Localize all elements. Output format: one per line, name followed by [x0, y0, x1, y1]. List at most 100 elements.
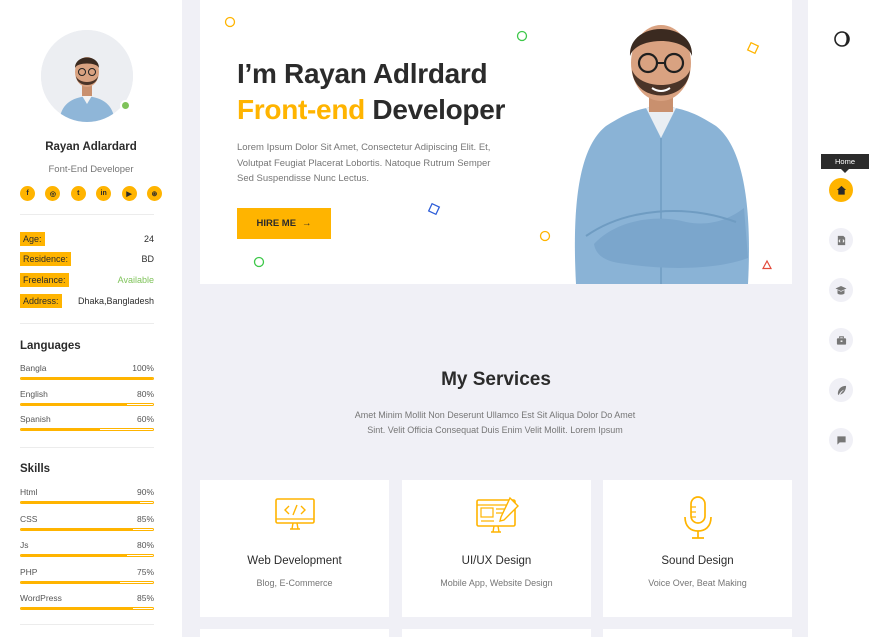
decor-circle-icon	[539, 230, 551, 242]
code-monitor-icon	[274, 498, 315, 530]
profile-role: Font-End Developer	[48, 164, 134, 175]
decor-circle-icon	[224, 16, 236, 28]
skill-progress-track	[20, 527, 154, 531]
education-icon	[835, 285, 847, 295]
skill-percent: 80%	[136, 540, 154, 550]
profile-sidebar: Rayan Adlardard Font-End Developer f ◎ t…	[0, 0, 182, 637]
skill-name: CSS	[20, 513, 38, 524]
languages-title: Languages	[20, 340, 81, 352]
skill-progress-track	[20, 554, 154, 557]
skill-percent: 85%	[136, 593, 154, 603]
skill-row: PHP 75%	[20, 567, 154, 584]
avatar-portrait	[41, 30, 133, 122]
facebook-icon[interactable]: f	[20, 186, 35, 201]
language-percent: 100%	[132, 363, 154, 373]
language-row: Spanish 60%	[20, 414, 154, 431]
nav-portfolio[interactable]	[829, 328, 853, 352]
linkedin-icon[interactable]: in	[96, 186, 112, 201]
avatar-wrapper	[41, 30, 133, 122]
language-name: Bangla	[20, 363, 47, 373]
nav-tooltip: Home	[821, 154, 869, 169]
theme-toggle-icon[interactable]	[833, 30, 851, 48]
divider	[20, 214, 154, 215]
language-percent: 80%	[136, 388, 154, 399]
hire-me-label: HIRE ME	[256, 218, 297, 229]
skills-title: Skills	[20, 463, 51, 475]
code-icon	[837, 235, 845, 245]
skill-head: PHP 75%	[20, 567, 154, 577]
twitter-icon[interactable]: t	[70, 186, 86, 201]
instagram-icon[interactable]: ◎	[45, 186, 61, 201]
skill-progress-fill	[21, 608, 134, 609]
hero-title: I’m Rayan Adlrdard	[237, 58, 488, 89]
skill-progress-track	[20, 607, 154, 610]
divider	[20, 447, 154, 448]
language-name: Spanish	[20, 414, 51, 424]
service-card-partial	[200, 629, 389, 637]
microphone-icon	[683, 496, 712, 539]
social-links: f ◎ t in ▶ ⊛	[20, 186, 162, 201]
skill-progress-fill	[21, 555, 127, 556]
skill-row: Js 80%	[20, 540, 154, 557]
services-description: Amet Minim Mollit Non Deserunt Ullamco E…	[354, 410, 636, 435]
nav-home[interactable]	[829, 178, 853, 202]
nav-blog[interactable]	[829, 378, 853, 402]
service-card-subtitle: Mobile App, Website Design	[440, 578, 553, 588]
service-card-title: Web Development	[247, 555, 342, 567]
hero-title-accent: Front-end	[237, 94, 365, 125]
arrow-right-icon: →	[302, 218, 312, 229]
service-card-sound-design[interactable]: Sound Design Voice Over, Beat Making	[603, 480, 792, 617]
skill-name: PHP	[20, 566, 38, 577]
skill-progress-fill	[21, 581, 120, 583]
services-title: My Services	[441, 369, 551, 390]
info-label: Address:	[20, 294, 62, 308]
service-card-ui-ux-design[interactable]: UI/UX Design Mobile App, Website Design	[402, 480, 591, 617]
language-row: Bangla 100%	[20, 363, 154, 380]
skill-name: Html	[20, 487, 38, 497]
service-card-web-development[interactable]: Web Development Blog, E-Commerce	[200, 480, 389, 617]
language-head: Bangla 100%	[20, 363, 154, 373]
skill-row: CSS 85%	[20, 514, 154, 531]
hero-portrait	[574, 25, 749, 284]
language-progress-fill	[21, 378, 153, 379]
service-card-subtitle: Voice Over, Beat Making	[648, 578, 747, 588]
service-card-title: UI/UX Design	[461, 555, 532, 567]
online-status-dot	[120, 100, 131, 111]
info-value: 24	[143, 234, 154, 244]
service-card-partial	[603, 629, 792, 637]
decor-triangle-icon	[762, 259, 772, 270]
divider	[20, 624, 154, 625]
decor-square-icon	[427, 202, 441, 216]
design-monitor-icon	[475, 496, 519, 533]
info-row-freelance: Freelance: Available	[20, 273, 154, 287]
decor-circle-icon	[516, 30, 528, 42]
language-progress-track	[20, 428, 154, 431]
skill-progress-track	[20, 580, 154, 584]
hero-description: Lorem Ipsum Dolor Sit Amet, Consectetur …	[237, 142, 491, 184]
info-value: BD	[141, 254, 154, 264]
info-row-address: Address: Dhaka,Bangladesh	[20, 294, 154, 308]
nav-resume[interactable]	[829, 278, 853, 302]
nav-services[interactable]	[829, 228, 853, 252]
hire-me-button[interactable]: HIRE ME →	[237, 208, 331, 239]
skill-name: WordPress	[20, 593, 62, 603]
chat-icon	[836, 435, 846, 445]
language-progress-track	[20, 377, 154, 380]
hero-subtitle: Front-end Developer	[237, 94, 505, 126]
skill-progress-fill	[21, 528, 134, 530]
avatar	[41, 30, 133, 122]
service-card-title: Sound Design	[661, 555, 734, 567]
nav-contact[interactable]	[829, 428, 853, 452]
home-icon	[836, 185, 846, 195]
info-row-residence: Residence: BD	[20, 252, 154, 266]
info-label: Residence:	[20, 252, 72, 266]
language-progress-track	[20, 402, 154, 406]
language-row: English 80%	[20, 389, 154, 406]
dribbble-icon[interactable]: ⊛	[146, 186, 162, 201]
profile-name: Rayan Adlardard	[45, 141, 137, 153]
youtube-icon[interactable]: ▶	[121, 186, 137, 201]
info-value: Dhaka,Bangladesh	[77, 296, 154, 306]
skill-name: Js	[20, 540, 29, 550]
skill-head: Js 80%	[20, 540, 154, 550]
feather-icon	[837, 385, 846, 395]
